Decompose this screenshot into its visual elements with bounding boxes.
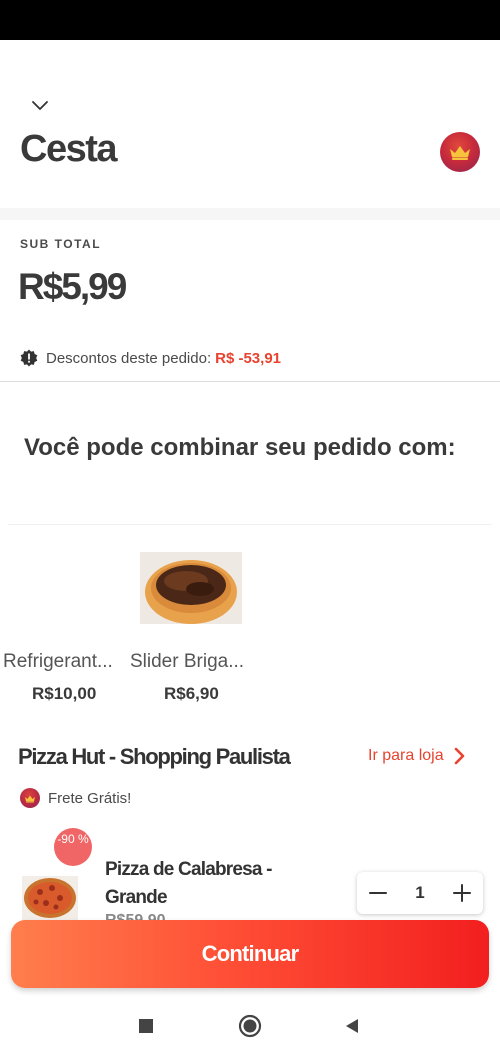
back-triangle-icon bbox=[346, 1019, 358, 1033]
header bbox=[0, 40, 500, 208]
suggestion-name[interactable]: Refrigerant... bbox=[3, 651, 113, 673]
free-shipping-label: Frete Grátis! bbox=[48, 789, 132, 807]
crown-icon bbox=[440, 132, 480, 172]
chevron-down-icon[interactable] bbox=[30, 98, 50, 112]
pizza-image[interactable] bbox=[22, 876, 78, 920]
free-shipping-row: Frete Grátis! bbox=[20, 788, 131, 808]
cart-item-price: R$59,90 bbox=[105, 912, 166, 920]
minus-icon bbox=[369, 892, 387, 894]
discount-percent-badge: -90 % bbox=[54, 828, 92, 866]
cart-item-name: Pizza de Calabresa - Grande bbox=[105, 859, 273, 908]
section-separator bbox=[0, 208, 500, 220]
decrease-button[interactable] bbox=[365, 880, 391, 906]
go-to-store-label: Ir para loja bbox=[368, 747, 444, 764]
suggestions-title: Você pode combinar seu pedido com: bbox=[24, 434, 456, 461]
suggestion-price: R$10,00 bbox=[32, 684, 97, 703]
home-circle-icon bbox=[238, 1014, 262, 1038]
discount-badge-icon bbox=[20, 349, 38, 367]
page-title: Cesta bbox=[20, 128, 118, 170]
divider bbox=[0, 381, 500, 382]
discount-value: R$ -53,91 bbox=[215, 349, 281, 367]
subtotal-label: SUB TOTAL bbox=[20, 237, 102, 251]
quantity-value: 1 bbox=[415, 883, 425, 902]
divider bbox=[8, 524, 492, 525]
square-icon bbox=[139, 1019, 153, 1033]
quantity-stepper: 1 bbox=[357, 872, 483, 914]
store-name: Pizza Hut - Shopping Paulista bbox=[18, 744, 291, 769]
status-bar bbox=[0, 0, 500, 40]
discount-label: Descontos deste pedido: bbox=[46, 349, 212, 367]
chevron-right-icon bbox=[454, 747, 464, 765]
back-button[interactable] bbox=[340, 1014, 364, 1038]
discount-row: Descontos deste pedido: R$ -53,91 bbox=[20, 349, 281, 367]
home-button[interactable] bbox=[238, 1014, 262, 1038]
suggestion-price: R$6,90 bbox=[164, 684, 219, 703]
subtotal-value: R$5,99 bbox=[18, 266, 127, 307]
plus-icon bbox=[453, 884, 471, 902]
dessert-pizza-image[interactable] bbox=[140, 552, 242, 624]
crown-icon bbox=[20, 788, 40, 808]
recent-apps-button[interactable] bbox=[134, 1014, 158, 1038]
increase-button[interactable] bbox=[449, 880, 475, 906]
go-to-store-link[interactable]: Ir para loja bbox=[368, 747, 466, 765]
suggestion-name[interactable]: Slider Briga... bbox=[130, 651, 244, 673]
continue-button[interactable]: Continuar bbox=[11, 920, 489, 988]
system-nav-bar bbox=[0, 996, 500, 1056]
